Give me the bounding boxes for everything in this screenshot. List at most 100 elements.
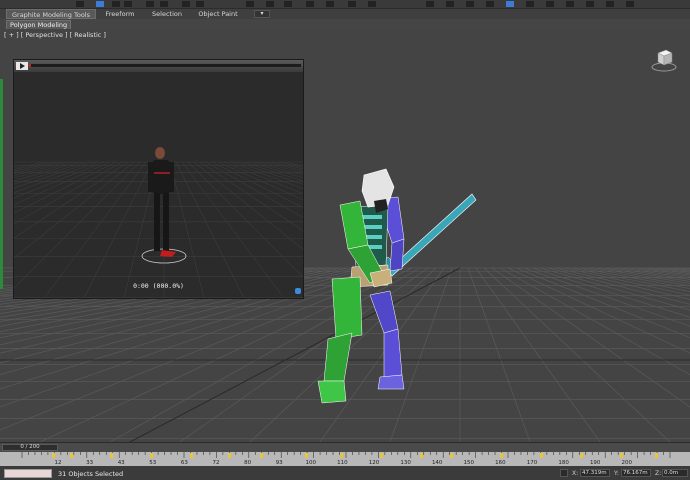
keyframe-marker[interactable]: [380, 453, 383, 458]
time-slider-thumb[interactable]: 0 / 200: [2, 444, 58, 451]
keyboard-shortcut-icon[interactable]: [284, 1, 292, 7]
ribbon-options-button[interactable]: ▾: [254, 10, 270, 18]
tab-selection[interactable]: Selection: [144, 9, 190, 19]
keyframe-marker[interactable]: [52, 453, 55, 458]
time-slider[interactable]: 0 / 200: [0, 442, 690, 452]
keyframe-marker[interactable]: [340, 453, 343, 458]
select-object-icon[interactable]: [96, 1, 104, 7]
rendered-frame-icon[interactable]: [606, 1, 614, 7]
named-selection-icon[interactable]: [426, 1, 434, 7]
figure-leg: [154, 193, 160, 251]
figure-torso: [152, 160, 170, 194]
keyframe-marker[interactable]: [305, 453, 308, 458]
figure-stripe: [154, 172, 170, 174]
keyframe-marker[interactable]: [150, 453, 153, 458]
left-shin[interactable]: [383, 328, 403, 378]
player-time: 0:00 (000.0%): [133, 282, 184, 290]
pivot-icon[interactable]: [246, 1, 254, 7]
keyframe-marker[interactable]: [260, 453, 263, 458]
figure-leg: [163, 193, 169, 251]
play-icon[interactable]: [16, 62, 28, 70]
align-icon[interactable]: [466, 1, 474, 7]
main-toolbar: [0, 0, 690, 9]
figure-head: [155, 147, 165, 159]
coordinate-system-icon[interactable]: [196, 1, 204, 7]
frame-label: 43: [118, 460, 125, 466]
scale-icon[interactable]: [182, 1, 190, 7]
select-region-icon[interactable]: [124, 1, 132, 7]
snap-toggle-icon[interactable]: [306, 1, 314, 7]
keyframe-marker[interactable]: [110, 453, 113, 458]
graphite-toggle-icon[interactable]: [506, 1, 514, 7]
keyframe-marker[interactable]: [655, 453, 658, 458]
maxscript-listener-field[interactable]: [4, 469, 52, 478]
frame-label: 180: [558, 460, 569, 466]
keyframe-marker[interactable]: [450, 453, 453, 458]
frame-label: 200: [622, 460, 633, 466]
select-name-icon[interactable]: [112, 1, 120, 7]
frame-label: 190: [590, 460, 601, 466]
perspective-viewport[interactable]: [ + ] [ Perspective ] [ Realistic ] 0:00…: [0, 29, 690, 442]
frame-label: 93: [276, 460, 283, 466]
left-foot[interactable]: [377, 374, 405, 390]
curve-editor-icon[interactable]: [526, 1, 534, 7]
frame-label: 170: [527, 460, 538, 466]
move-icon[interactable]: [146, 1, 154, 7]
keyframe-marker[interactable]: [70, 453, 73, 458]
selection-status: 31 Objects Selected: [58, 470, 124, 478]
frame-label: 130: [400, 460, 411, 466]
keyframe-marker[interactable]: [190, 453, 193, 458]
keyframe-marker[interactable]: [420, 453, 423, 458]
left-forearm[interactable]: [389, 238, 405, 272]
frame-label: 33: [86, 460, 93, 466]
tab-freeform[interactable]: Freeform: [96, 9, 144, 19]
ribbon-tabs: Graphite Modeling Tools Freeform Selecti…: [0, 9, 690, 19]
player-logo-icon: [295, 288, 301, 294]
rotate-icon[interactable]: [160, 1, 168, 7]
track-bar[interactable]: 12 33 43 53 63 72 80 93 100 110 120 130 140 150 160 170…: [0, 452, 690, 466]
player-scrubber[interactable]: [29, 64, 301, 67]
spinner-snap-icon[interactable]: [368, 1, 376, 7]
keyframe-marker[interactable]: [620, 453, 623, 458]
right-foot[interactable]: [317, 380, 347, 404]
right-shin[interactable]: [323, 332, 353, 382]
tab-graphite-modeling-tools[interactable]: Graphite Modeling Tools: [6, 9, 96, 19]
frame-label: 63: [181, 460, 188, 466]
frame-label: 80: [244, 460, 251, 466]
percent-snap-icon[interactable]: [348, 1, 356, 7]
player-video-frame: [14, 72, 303, 298]
z-label: Z:: [655, 470, 662, 477]
schematic-view-icon[interactable]: [546, 1, 554, 7]
chevron-down-icon: ▾: [260, 10, 264, 17]
frame-label: 12: [55, 460, 62, 466]
x-label: X:: [572, 470, 579, 477]
tab-object-paint[interactable]: Object Paint: [190, 9, 246, 19]
keyframe-marker[interactable]: [500, 453, 503, 458]
frame-label: 140: [432, 460, 443, 466]
undo-icon[interactable]: [76, 1, 84, 7]
keyframe-marker[interactable]: [540, 453, 543, 458]
render-setup-icon[interactable]: [586, 1, 594, 7]
video-player[interactable]: 0:00 (000.0%): [13, 59, 304, 299]
render-icon[interactable]: [626, 1, 634, 7]
lock-selection-icon[interactable]: [560, 469, 568, 477]
layer-manager-icon[interactable]: [486, 1, 494, 7]
right-thigh[interactable]: [331, 276, 363, 340]
material-editor-icon[interactable]: [566, 1, 574, 7]
y-coordinate-field[interactable]: 76.167m: [621, 469, 651, 477]
keyframe-marker[interactable]: [228, 453, 231, 458]
frame-label: 53: [149, 460, 156, 466]
x-coordinate-field[interactable]: 47.319m: [580, 469, 610, 477]
frame-ruler: 12 33 43 53 63 72 80 93 100 110 120 130 140 150 160 170…: [21, 452, 671, 466]
left-thigh[interactable]: [369, 290, 399, 334]
z-coordinate-field[interactable]: 0.0m: [662, 469, 688, 477]
status-bar: 31 Objects Selected X: 47.319m Y: 76.167…: [0, 467, 690, 480]
scrub-position[interactable]: [29, 64, 31, 67]
select-manipulate-icon[interactable]: [266, 1, 274, 7]
mirror-icon[interactable]: [446, 1, 454, 7]
angle-snap-icon[interactable]: [326, 1, 334, 7]
y-label: Y:: [614, 470, 619, 477]
frame-label: 120: [369, 460, 380, 466]
keyframe-marker[interactable]: [580, 453, 583, 458]
figure-arm: [148, 162, 153, 192]
